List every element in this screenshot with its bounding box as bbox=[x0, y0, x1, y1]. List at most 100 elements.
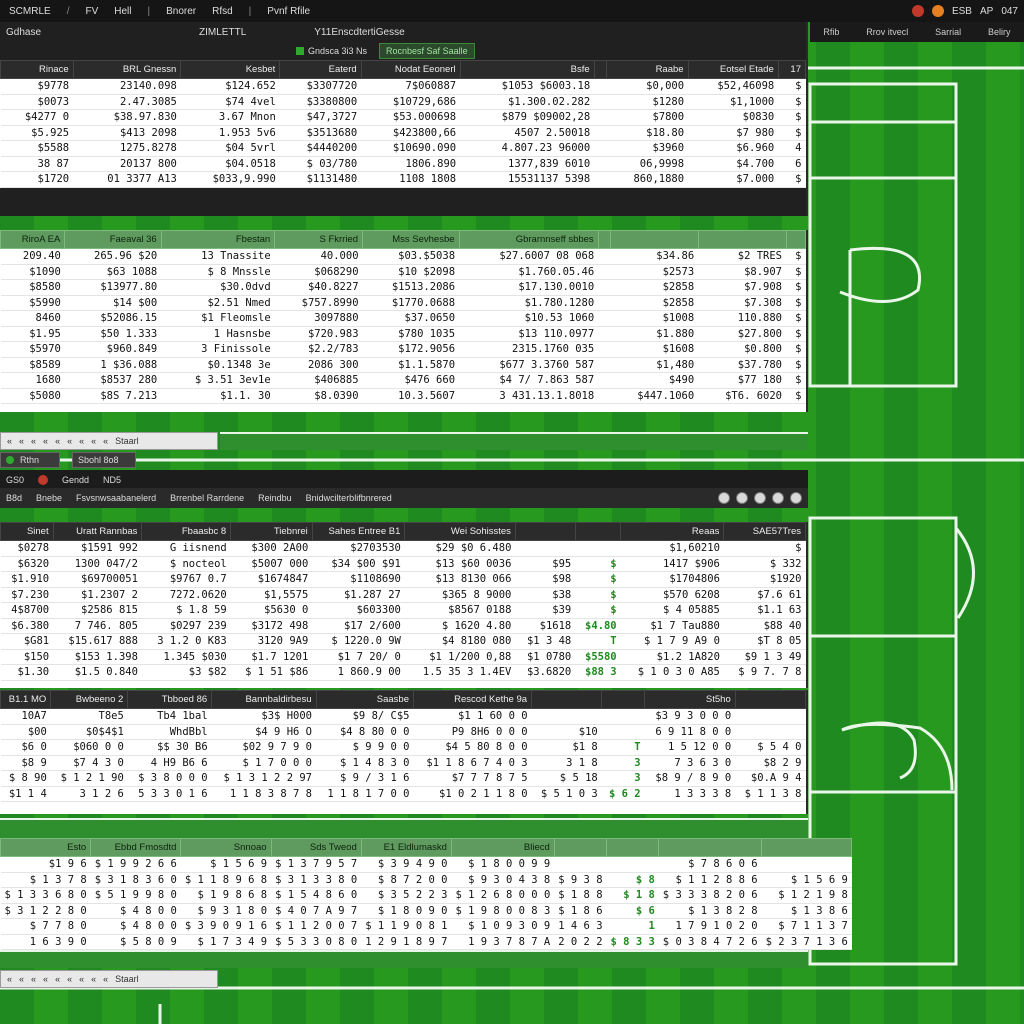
column-header[interactable]: RiroA EA bbox=[0, 230, 66, 249]
column-header[interactable]: BRL Gnessn bbox=[72, 60, 182, 79]
table-row[interactable]: 209.40 265.96 $20 13 Tnassite 40.000 $03.$50… bbox=[0, 248, 806, 265]
column-header[interactable]: Bsfe bbox=[459, 60, 595, 79]
tab-a[interactable]: Gndsca 3i3 Ns bbox=[296, 46, 367, 56]
table-row[interactable]: $0278 $1591 992 G iisnend $300 2A00 $2703530… bbox=[0, 540, 806, 557]
menu-item-6[interactable]: Pvnf Rfile bbox=[264, 6, 313, 17]
column-header[interactable]: Fbestan bbox=[160, 230, 276, 249]
table-row[interactable]: $9778 23140.098 $124.652 $3307720 7$060887 $1… bbox=[0, 78, 806, 95]
toolbar-b-item-4[interactable]: Brrenbel Rarrdene bbox=[170, 493, 244, 503]
column-header[interactable]: Bannbaldirbesu bbox=[211, 690, 317, 709]
sheet-nav-button[interactable]: « bbox=[31, 436, 36, 446]
toolbar-b-item-1[interactable]: B8d bbox=[6, 493, 22, 503]
sheet-nav-button[interactable]: « bbox=[19, 974, 24, 984]
sheet-nav-button[interactable]: « bbox=[7, 974, 12, 984]
menu-item-2[interactable]: FV bbox=[82, 6, 101, 17]
table-row[interactable]: $1 1 43 1 2 65 3 3 0 1 61 1 8 3 8 7 81 1… bbox=[0, 786, 806, 802]
sheet-tab-label[interactable]: Staarl bbox=[115, 436, 139, 446]
table-row[interactable]: $7.230 $1.2307 2 7272.0620 $1,5575 $1.287 27… bbox=[0, 587, 806, 603]
table-row[interactable]: $5588 1275.8278 $04 5vrl $4440200 $10690.090… bbox=[0, 140, 806, 157]
column-header[interactable]: Wei Sohisstes bbox=[404, 522, 516, 541]
column-header[interactable]: Uratt Rannbas bbox=[52, 522, 143, 541]
table-row[interactable]: $ 1 3 3 6 8 0 $ 5 1 9 9 8 0 $ 1 9 8 6 8 $ 1… bbox=[0, 887, 852, 904]
menu-item-5[interactable]: Rfsd bbox=[209, 6, 236, 17]
table-row[interactable]: 8460 $52086.15 $1 Fleomsle 3097880 $37.0650 $… bbox=[0, 310, 806, 327]
table-row[interactable]: $ 8 90 $ 1 2 1 90 $ 3 8 0 0 0 $ 1 3 1 2 2 9… bbox=[0, 770, 806, 787]
sheet-tab-label[interactable]: Staarl bbox=[115, 974, 139, 984]
column-header[interactable]: SAE57Tres bbox=[723, 522, 806, 541]
menu-item-1[interactable]: SCMRLE bbox=[6, 6, 54, 17]
table-row[interactable]: 10A7 T8e5 Tb4 1bal $3$ H000 $9 8/ C$5 $1 1 60… bbox=[0, 708, 806, 725]
table-row[interactable]: 4$8700 $2586 815 $ 1.8 59 $5630 0 $603300 $85… bbox=[0, 602, 806, 619]
ball-icon[interactable] bbox=[931, 5, 944, 17]
column-header[interactable]: Tiebnrei bbox=[230, 522, 313, 541]
table-row[interactable]: $1.30 $1.5 0.840 $3 $82 $ 1 51 $86 1 860.9 0… bbox=[0, 664, 806, 681]
table-row[interactable]: $8 9 $7 4 3 04 H9 B6 6 $ 1 7 0 0 0 $ 1 4 8 … bbox=[0, 755, 806, 771]
toolbar-b-item-3[interactable]: Fsvsnwsaabanelerd bbox=[76, 493, 156, 503]
right-tab-3[interactable]: Sarrial bbox=[935, 27, 961, 37]
table-row[interactable]: $5970 $960.849 3 Finissole $2.2/783 $172.905… bbox=[0, 341, 806, 358]
sheet-nav-button[interactable]: « bbox=[31, 974, 36, 984]
sheet-nav-button[interactable]: « bbox=[67, 436, 72, 446]
menu-item-4[interactable]: Bnorer bbox=[163, 6, 199, 17]
column-header[interactable]: Faeaval 36 bbox=[64, 230, 162, 249]
column-header[interactable] bbox=[734, 690, 807, 709]
table-row[interactable]: $6 0 $060 0 0 $$ 30 B6 $02 9 7 9 0 $ 9 9 0 0… bbox=[0, 739, 806, 756]
column-header[interactable]: Rinace bbox=[0, 60, 74, 79]
table-row[interactable]: $1 9 6 $ 1 9 9 2 6 6 $ 1 5 6 9 $ 1 3 7 9 5 … bbox=[0, 856, 852, 873]
column-header[interactable] bbox=[697, 230, 787, 249]
column-header[interactable] bbox=[606, 838, 660, 857]
toolbar-a-item-3[interactable]: ND5 bbox=[103, 475, 121, 485]
table-row[interactable]: 1 6 3 9 0 $ 5 8 0 9 $ 1 7 3 4 9 $ 5 3 3 0 8… bbox=[0, 934, 852, 950]
record-icon[interactable] bbox=[911, 5, 924, 17]
column-header[interactable]: St5ho bbox=[644, 690, 736, 709]
table-row[interactable]: $1.95 $50 1.333 1 Hasnsbe $720.983 $780 1035… bbox=[0, 326, 806, 342]
toolbar-b-item-6[interactable]: Bnidwcilterblifbnrered bbox=[306, 493, 392, 503]
column-header[interactable]: Ebbd Fmosdtd bbox=[90, 838, 182, 857]
right-tab-4[interactable]: Beliry bbox=[988, 27, 1011, 37]
export-icon[interactable] bbox=[772, 492, 784, 504]
sheet-nav-button[interactable]: « bbox=[43, 436, 48, 446]
table-row[interactable]: $1.910 $69700051 $9767 0.7 $1674847 $1108690… bbox=[0, 571, 806, 588]
sheet-nav-button[interactable]: « bbox=[91, 436, 96, 446]
table-row[interactable]: $6320 1300 047/2 $ nocteol $5007 000 $34 $00… bbox=[0, 556, 806, 572]
record-icon[interactable] bbox=[38, 475, 49, 485]
table-row[interactable]: $ 1 3 7 8 $ 3 1 8 3 6 0 $ 1 1 8 9 6 8 $ 3 1… bbox=[0, 872, 852, 888]
column-header[interactable]: Saasbe bbox=[315, 690, 415, 709]
column-header[interactable]: Eotsel Etade bbox=[687, 60, 779, 79]
selector-right[interactable]: Sbohl 8o8 bbox=[72, 452, 136, 468]
column-header[interactable]: Snnoao bbox=[180, 838, 272, 857]
tab-b[interactable]: Rocnbesf Saf Saalle bbox=[379, 43, 475, 59]
table-row[interactable]: $8589 1 $36.088 $0.1348 3e 2086 300 $1.1.587… bbox=[0, 357, 806, 373]
column-header[interactable]: Fbaasbc 8 bbox=[141, 522, 232, 541]
sheet-nav-button[interactable]: « bbox=[67, 974, 72, 984]
column-header[interactable]: Sinet bbox=[0, 522, 54, 541]
sheet-nav-button[interactable]: « bbox=[103, 436, 108, 446]
right-tab-1[interactable]: Rfib bbox=[823, 27, 839, 37]
column-header[interactable] bbox=[574, 522, 622, 541]
column-header[interactable]: B1.1 MO bbox=[0, 690, 52, 709]
toolbar-a-item-1[interactable]: GS0 bbox=[6, 475, 24, 485]
menu-item-3[interactable]: Hell bbox=[111, 6, 134, 17]
table-row[interactable]: $6.380 7 746. 805 $0297 239 $3172 498 $17 2/… bbox=[0, 618, 806, 634]
view-icon[interactable] bbox=[790, 492, 802, 504]
column-header[interactable]: Esto bbox=[0, 838, 92, 857]
column-header[interactable]: Raabe bbox=[606, 60, 689, 79]
column-header[interactable] bbox=[597, 230, 611, 249]
column-header[interactable] bbox=[609, 230, 699, 249]
settings-icon[interactable] bbox=[718, 492, 730, 504]
table-row[interactable]: $0073 2.47.3085 $74 4vel $3380800 $10729,686… bbox=[0, 94, 806, 110]
refresh-icon[interactable] bbox=[736, 492, 748, 504]
column-header[interactable]: Bliecd bbox=[450, 838, 555, 857]
toolbar-a-item-2[interactable]: Gendd bbox=[62, 475, 89, 485]
selector-left[interactable]: Rthn bbox=[0, 452, 60, 468]
sheet-nav-button[interactable]: « bbox=[55, 436, 60, 446]
column-header[interactable] bbox=[785, 230, 807, 249]
column-header[interactable]: Rescod Kethe 9a bbox=[413, 690, 533, 709]
column-header[interactable]: Nodat Eeonerl bbox=[360, 60, 461, 79]
column-header[interactable]: Kesbet bbox=[180, 60, 281, 79]
column-header[interactable]: Sahes Entree B1 bbox=[311, 522, 406, 541]
table-row[interactable]: $G81 $15.617 888 3 1.2 0 K83 3120 9A9 $ 1220… bbox=[0, 633, 806, 650]
column-header[interactable]: 17 bbox=[777, 60, 807, 79]
table-row[interactable]: $5080 $8S 7.213 $1.1. 30 $8.0390 10.3.5607 3 … bbox=[0, 388, 806, 404]
column-header[interactable] bbox=[761, 838, 853, 857]
